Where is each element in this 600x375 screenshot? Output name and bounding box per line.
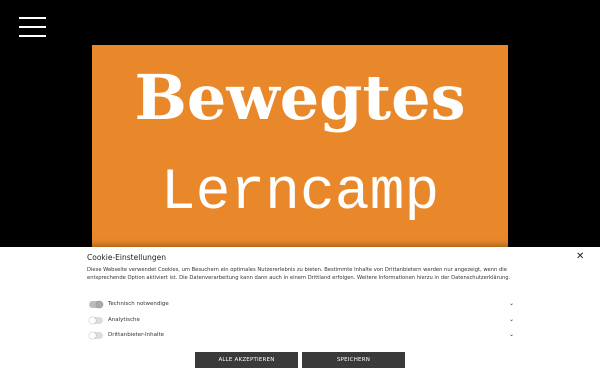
cookie-option-label: Analytische — [108, 317, 140, 323]
chevron-down-icon[interactable]: ⌄ — [509, 316, 514, 323]
cookie-title: Cookie-Einstellungen — [87, 253, 167, 262]
menu-bar — [19, 35, 46, 37]
cookie-option-label: Drittanbieter-Inhalte — [108, 332, 165, 338]
cookie-option-analytics[interactable]: Analytische ⌄ — [89, 316, 514, 326]
logo-text-line1: Bewegtes — [134, 61, 466, 134]
save-button[interactable]: SPEICHERN — [302, 352, 405, 368]
toggle-switch[interactable] — [89, 317, 103, 324]
cookie-description: Diese Webseite verwendet Cookies, um Bes… — [87, 267, 511, 281]
toggle-switch[interactable] — [89, 301, 103, 308]
hamburger-menu-icon[interactable] — [19, 17, 46, 38]
cookie-option-third-party[interactable]: Drittanbieter-Inhalte ⌄ — [89, 331, 514, 341]
menu-bar — [19, 26, 46, 28]
toggle-knob — [96, 301, 103, 308]
toggle-switch[interactable] — [89, 332, 103, 339]
site-logo[interactable]: Bewegtes Lerncamp — [92, 45, 508, 255]
chevron-down-icon[interactable]: ⌄ — [509, 300, 514, 307]
menu-bar — [19, 17, 46, 19]
accept-all-button[interactable]: ALLE AKZEPTIEREN — [195, 352, 298, 368]
close-icon[interactable]: ✕ — [576, 252, 584, 262]
cookie-option-label: Technisch notwendige — [108, 301, 169, 307]
toggle-knob — [89, 332, 96, 339]
cookie-option-technical[interactable]: Technisch notwendige ⌄ — [89, 300, 514, 310]
cookie-consent-panel: Cookie-Einstellungen ✕ Diese Webseite ve… — [0, 247, 600, 375]
toggle-knob — [89, 317, 96, 324]
chevron-down-icon[interactable]: ⌄ — [509, 331, 514, 338]
page: Bewegtes Lerncamp Cookie-Einstellungen ✕… — [0, 0, 600, 375]
logo-text-line2: Lerncamp — [160, 161, 440, 226]
